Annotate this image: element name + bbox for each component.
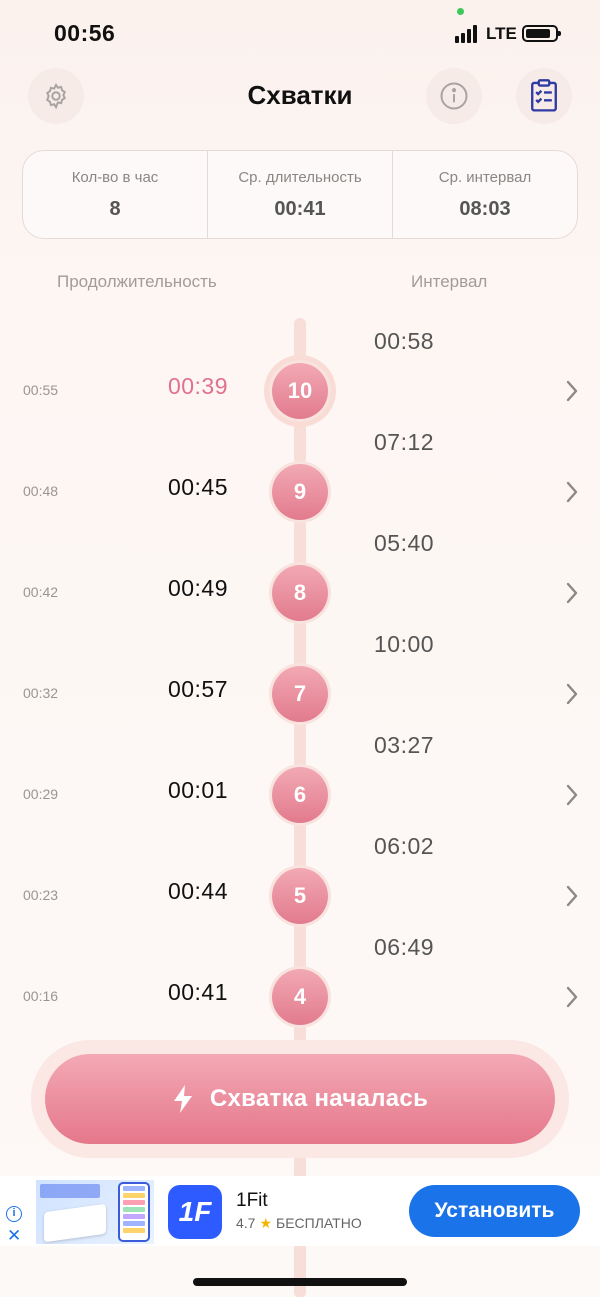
contraction-number: 6 <box>272 767 328 823</box>
duration-column-header: Продолжительность <box>57 272 217 291</box>
network-label: LTE <box>486 24 517 43</box>
duration-value: 00:41 <box>167 979 228 1005</box>
contraction-row[interactable]: 00:16 00:41 4 <box>0 957 600 1037</box>
battery-icon <box>522 25 561 42</box>
stats-panel: Кол-во в час 8 Ср. длительность 00:41 Ср… <box>22 150 578 239</box>
stat-label: Ср. длительность <box>238 169 362 186</box>
stat-label: Кол-во в час <box>71 169 159 186</box>
page-title: Схватки <box>247 80 353 110</box>
start-contraction-label: Схватка началась <box>209 1085 429 1112</box>
duration-value: 00:01 <box>167 777 228 803</box>
start-time: 00:23 <box>23 887 59 903</box>
duration-value: 00:57 <box>167 676 228 702</box>
stat-avg-duration: Ср. длительность 00:41 <box>208 151 393 238</box>
stat-avg-interval: Ср. интервал 08:03 <box>393 151 577 238</box>
chevron-right-icon <box>566 582 578 604</box>
duration-value: 00:49 <box>167 575 228 601</box>
stat-per-hour: Кол-во в час 8 <box>23 151 208 238</box>
contraction-number: 4 <box>272 969 328 1025</box>
start-time: 00:42 <box>23 584 59 600</box>
contraction-row[interactable]: 00:29 00:01 6 <box>0 755 600 835</box>
chevron-right-icon <box>566 986 578 1008</box>
app-screen: 00:56 LTE Схватки Кол-во в час 8 Ср. дли… <box>0 0 600 1297</box>
lightning-icon <box>173 1085 192 1113</box>
contraction-row[interactable]: 00:42 00:49 8 <box>0 553 600 633</box>
start-time: 00:55 <box>23 382 59 398</box>
duration-value: 00:45 <box>167 474 228 500</box>
ad-app-meta: 4.7 ★ БЕСПЛАТНО <box>236 1215 362 1232</box>
home-indicator <box>193 1278 407 1286</box>
contraction-row[interactable]: 00:48 00:45 9 <box>0 452 600 532</box>
clipboard-checklist-icon <box>531 79 557 112</box>
duration-value: 00:44 <box>167 878 228 904</box>
status-time: 00:56 <box>54 20 116 46</box>
stat-value: 08:03 <box>459 198 511 220</box>
history-button[interactable] <box>516 68 572 124</box>
contraction-row[interactable]: 00:23 00:44 5 <box>0 856 600 936</box>
ad-app-name[interactable]: 1Fit <box>236 1190 268 1212</box>
chevron-right-icon <box>566 885 578 907</box>
start-contraction-button[interactable]: Схватка началась <box>45 1054 555 1144</box>
chevron-right-icon <box>566 784 578 806</box>
info-button[interactable] <box>426 68 482 124</box>
stat-value: 8 <box>109 198 121 220</box>
contraction-number: 9 <box>272 464 328 520</box>
start-time: 00:48 <box>23 483 59 499</box>
ad-price: БЕСПЛАТНО <box>276 1215 362 1231</box>
interval-column-header: Интервал <box>411 272 488 291</box>
contraction-row[interactable]: 00:32 00:57 7 <box>0 654 600 734</box>
install-button[interactable]: Установить <box>409 1185 580 1237</box>
info-icon <box>440 82 468 110</box>
signal-icon <box>455 25 481 43</box>
chevron-right-icon <box>566 481 578 503</box>
duration-value: 00:39 <box>167 373 228 399</box>
ad-app-logo[interactable]: 1F <box>168 1185 222 1239</box>
contraction-number: 8 <box>272 565 328 621</box>
stat-value: 00:41 <box>274 198 326 220</box>
privacy-indicator-icon <box>457 8 464 15</box>
ad-info-icon[interactable]: i <box>6 1206 22 1222</box>
chevron-right-icon <box>566 380 578 402</box>
start-time: 00:32 <box>23 685 59 701</box>
start-time: 00:16 <box>23 988 59 1004</box>
contraction-number: 5 <box>272 868 328 924</box>
stat-label: Ср. интервал <box>438 169 532 186</box>
ad-close-icon[interactable]: ✕ <box>7 1227 21 1244</box>
contraction-row[interactable]: 00:55 00:39 10 <box>0 351 600 431</box>
start-time: 00:29 <box>23 786 59 802</box>
contraction-number: 10 <box>272 363 328 419</box>
ad-image[interactable] <box>36 1180 154 1244</box>
ad-rating: 4.7 <box>236 1215 256 1231</box>
star-icon: ★ <box>259 1215 273 1231</box>
contraction-number: 7 <box>272 666 328 722</box>
chevron-right-icon <box>566 683 578 705</box>
ad-banner[interactable]: i ✕ 1F 1Fit 4.7 ★ БЕСПЛАТНО Установить <box>0 1176 600 1246</box>
